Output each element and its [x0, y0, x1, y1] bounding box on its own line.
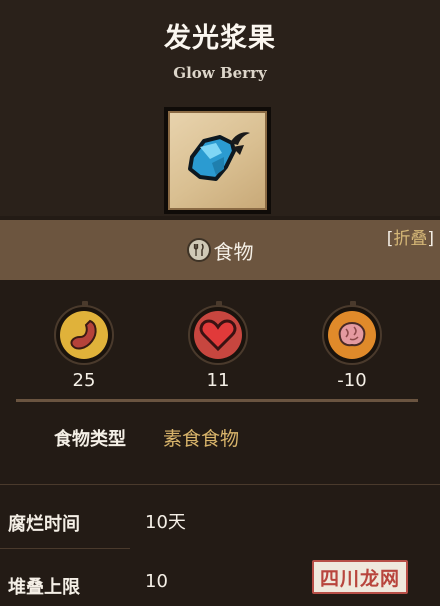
collapse-button[interactable]: [折叠] [387, 224, 434, 249]
food-utensils-icon [186, 238, 211, 262]
item-image-frame [164, 107, 271, 214]
collapse-link[interactable]: 折叠 [393, 229, 427, 249]
collapse-bracket-close: ] [427, 229, 434, 249]
spoil-time-value: 10天 [145, 512, 186, 533]
glow-berry-icon [168, 111, 267, 210]
page-subtitle: Glow Berry [173, 64, 267, 82]
sanity-brain-icon [328, 311, 376, 359]
category-bar: 食物 [折叠] [0, 220, 440, 280]
health-value: 11 [206, 370, 230, 391]
page-title: 发光浆果 [164, 23, 276, 54]
category: 食物 [0, 220, 440, 280]
hunger-value: 25 [72, 370, 96, 391]
stack-limit-label: 堆叠上限 [8, 577, 80, 598]
food-type-value: 素食食物 [163, 428, 240, 450]
sanity-value: -10 [337, 370, 367, 391]
row-divider [0, 484, 440, 485]
spoil-time-label: 腐烂时间 [8, 514, 80, 535]
row-divider [0, 548, 130, 549]
category-label: 食物 [213, 239, 254, 264]
sanity-stat [322, 301, 382, 365]
glow-berry-icon [188, 132, 250, 181]
food-type-label: 食物类型 [54, 429, 126, 450]
health-heart-icon [194, 311, 242, 359]
watermark: 四川龙网 [312, 560, 408, 594]
health-stat [188, 301, 248, 365]
stats-divider [16, 399, 418, 402]
hunger-stomach-icon [60, 311, 108, 359]
hunger-stat [54, 301, 114, 365]
stack-limit-value: 10 [145, 571, 168, 592]
